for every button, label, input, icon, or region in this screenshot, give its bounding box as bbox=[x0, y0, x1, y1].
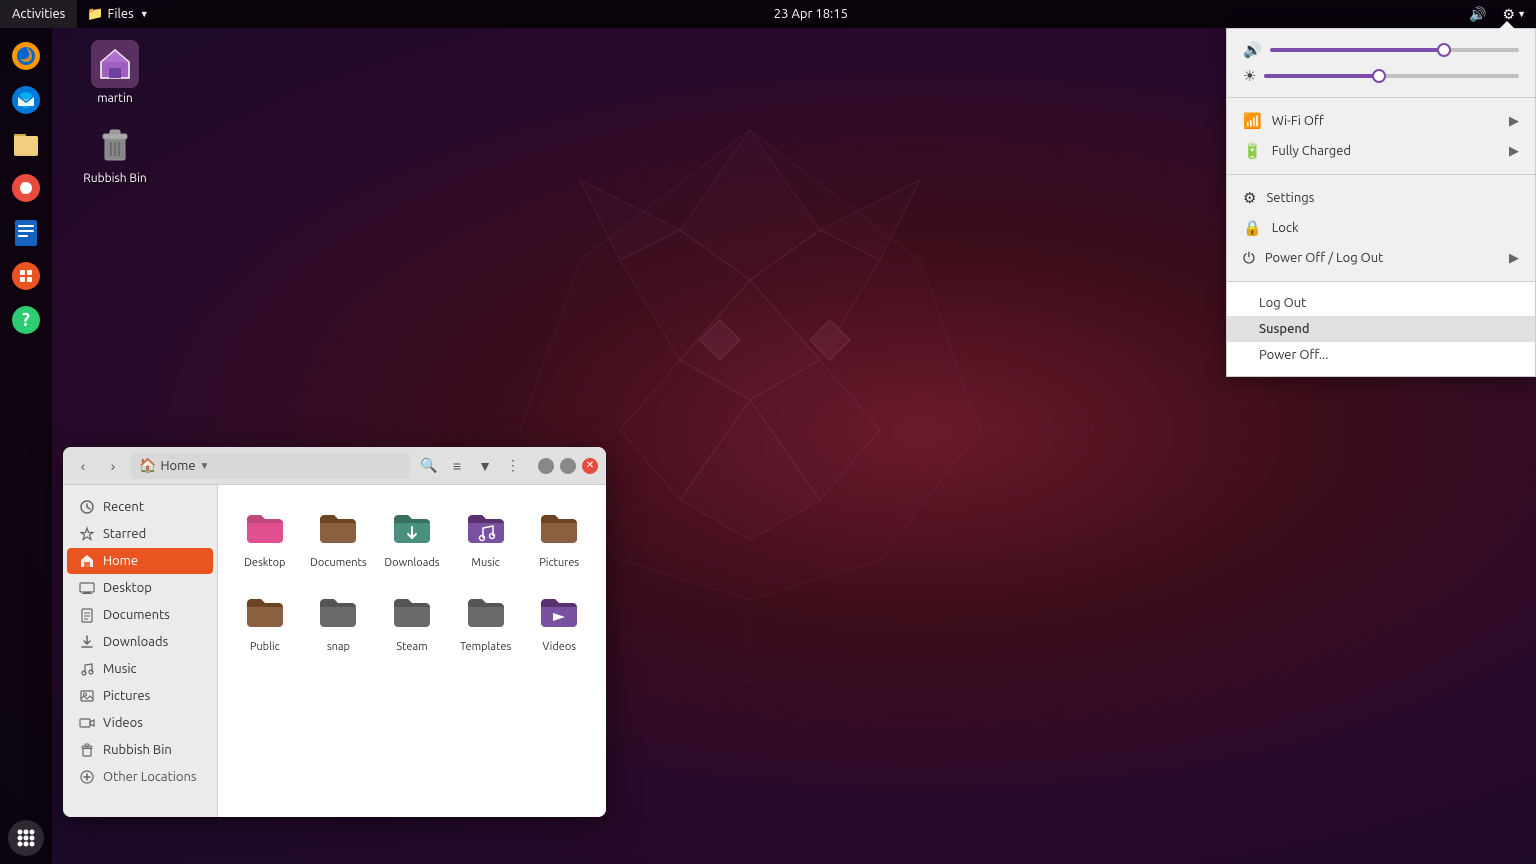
home-icon-small: 🏠 bbox=[139, 457, 156, 474]
folder-label: Videos bbox=[542, 641, 576, 653]
dock-apps-grid[interactable] bbox=[8, 820, 44, 856]
sidebar-item-pictures[interactable]: Pictures bbox=[67, 683, 213, 709]
chevron-icon: ▼ bbox=[200, 460, 210, 472]
svg-text:?: ? bbox=[22, 310, 30, 330]
dock-item-libreoffice[interactable] bbox=[6, 212, 46, 252]
volume-slider[interactable] bbox=[1270, 48, 1519, 52]
volume-icon: 🔊 bbox=[1243, 41, 1262, 59]
chevron-down-icon: ▼ bbox=[140, 9, 149, 19]
files-menu[interactable]: 📁 Files ▼ bbox=[77, 0, 158, 28]
folder-label: Templates bbox=[460, 641, 511, 653]
fm-minimize-button[interactable] bbox=[538, 458, 554, 474]
rubbish-icon-label: Rubbish Bin bbox=[83, 172, 146, 185]
folder-label: Documents bbox=[310, 557, 367, 569]
desktop-icon-rubbish[interactable]: Rubbish Bin bbox=[75, 120, 155, 185]
fm-back-button[interactable]: ‹ bbox=[71, 454, 95, 478]
folder-label: Desktop bbox=[244, 557, 285, 569]
wifi-arrow-icon: ▶ bbox=[1509, 114, 1519, 129]
fm-location-bar: 🏠 Home ▼ bbox=[131, 453, 410, 479]
fm-folders-grid: Desktop Documents bbox=[230, 497, 594, 661]
fm-search-button[interactable]: 🔍 bbox=[416, 453, 442, 479]
sidebar-item-downloads[interactable]: Downloads bbox=[67, 629, 213, 655]
poweroff-item[interactable]: Power Off... bbox=[1227, 342, 1535, 368]
sidebar-item-desktop[interactable]: Desktop bbox=[67, 575, 213, 601]
sidebar-item-recent[interactable]: Recent bbox=[67, 494, 213, 520]
lock-item[interactable]: 🔒 Lock bbox=[1227, 213, 1535, 243]
brightness-icon: ☀ bbox=[1243, 67, 1256, 85]
sidebar-item-documents[interactable]: Documents bbox=[67, 602, 213, 628]
dock-item-software[interactable] bbox=[6, 256, 46, 296]
folder-music[interactable]: Music bbox=[451, 497, 521, 577]
dock-item-files[interactable] bbox=[6, 124, 46, 164]
dock: ? bbox=[0, 28, 52, 864]
folder-videos[interactable]: Videos bbox=[524, 581, 594, 661]
battery-arrow-icon: ▶ bbox=[1509, 144, 1519, 159]
volume-slider-row: 🔊 bbox=[1227, 37, 1535, 63]
power-item[interactable]: ⏻ Power Off / Log Out ▶ bbox=[1227, 243, 1535, 273]
dock-item-help[interactable]: ? bbox=[6, 300, 46, 340]
fm-maximize-button[interactable] bbox=[560, 458, 576, 474]
file-manager-window: ‹ › 🏠 Home ▼ 🔍 ≡ ▼ ⋮ ✕ bbox=[63, 447, 606, 817]
fm-location-text: Home bbox=[160, 459, 195, 473]
folder-label: Pictures bbox=[539, 557, 579, 569]
folder-downloads[interactable]: Downloads bbox=[377, 497, 447, 577]
suspend-item[interactable]: Suspend bbox=[1227, 316, 1535, 342]
wifi-icon: 📶 bbox=[1243, 112, 1262, 130]
dock-item-rhythmbox[interactable] bbox=[6, 168, 46, 208]
fm-content: Desktop Documents bbox=[218, 485, 606, 817]
folder-label: snap bbox=[327, 641, 350, 653]
folder-icon: 📁 bbox=[87, 7, 103, 22]
folder-documents[interactable]: Documents bbox=[304, 497, 374, 577]
dock-item-thunderbird[interactable] bbox=[6, 80, 46, 120]
settings-item[interactable]: ⚙ Settings bbox=[1227, 183, 1535, 213]
folder-pictures[interactable]: Pictures bbox=[524, 497, 594, 577]
sidebar-item-videos[interactable]: Videos bbox=[67, 710, 213, 736]
lock-icon: 🔒 bbox=[1243, 219, 1262, 237]
volume-button[interactable]: 🔊 bbox=[1463, 0, 1492, 28]
folder-public[interactable]: Public bbox=[230, 581, 300, 661]
folder-steam[interactable]: Steam bbox=[377, 581, 447, 661]
sidebar-item-home[interactable]: Home bbox=[67, 548, 213, 574]
battery-icon: 🔋 bbox=[1243, 142, 1262, 160]
brightness-slider-row: ☀ bbox=[1227, 63, 1535, 89]
fm-options-button[interactable]: ⋮ bbox=[500, 453, 526, 479]
sidebar-item-music[interactable]: Music bbox=[67, 656, 213, 682]
desktop-icon-home[interactable]: martin bbox=[75, 40, 155, 105]
logout-item[interactable]: Log Out bbox=[1227, 290, 1535, 316]
folder-templates[interactable]: Templates bbox=[451, 581, 521, 661]
wifi-item[interactable]: 📶 Wi-Fi Off ▶ bbox=[1227, 106, 1535, 136]
sidebar-item-other-locations[interactable]: Other Locations bbox=[67, 764, 213, 790]
power-arrow-icon: ▶ bbox=[1509, 251, 1519, 266]
fm-close-button[interactable]: ✕ bbox=[582, 458, 598, 474]
dock-item-firefox[interactable] bbox=[6, 36, 46, 76]
activities-button[interactable]: Activities bbox=[0, 0, 77, 28]
folder-snap[interactable]: snap bbox=[304, 581, 374, 661]
power-icon: ⏻ bbox=[1243, 249, 1255, 267]
fm-view-button[interactable]: ≡ bbox=[444, 453, 470, 479]
settings-icon: ⚙ bbox=[1243, 189, 1256, 207]
fm-sidebar: Recent Starred Home bbox=[63, 485, 218, 817]
fm-forward-button[interactable]: › bbox=[101, 454, 125, 478]
folder-label: Downloads bbox=[384, 557, 439, 569]
battery-item[interactable]: 🔋 Fully Charged ▶ bbox=[1227, 136, 1535, 166]
folder-label: Steam bbox=[396, 641, 427, 653]
sidebar-item-starred[interactable]: Starred bbox=[67, 521, 213, 547]
sidebar-item-rubbish[interactable]: Rubbish Bin bbox=[67, 737, 213, 763]
home-icon-label: martin bbox=[97, 92, 133, 105]
fm-sort-button[interactable]: ▼ bbox=[472, 453, 498, 479]
topbar: Activities 📁 Files ▼ 23 Apr 18:15 🔊 ⚙ ▼ bbox=[0, 0, 1536, 28]
folder-desktop[interactable]: Desktop bbox=[230, 497, 300, 577]
datetime-display: 23 Apr 18:15 bbox=[774, 7, 848, 21]
folder-label: Public bbox=[250, 641, 280, 653]
fm-titlebar: ‹ › 🏠 Home ▼ 🔍 ≡ ▼ ⋮ ✕ bbox=[63, 447, 606, 485]
system-dropdown: 🔊 ☀ 📶 Wi-Fi Off ▶ 🔋 Fully Charged ▶ bbox=[1226, 28, 1536, 377]
folder-label: Music bbox=[471, 557, 499, 569]
brightness-slider[interactable] bbox=[1264, 74, 1519, 78]
